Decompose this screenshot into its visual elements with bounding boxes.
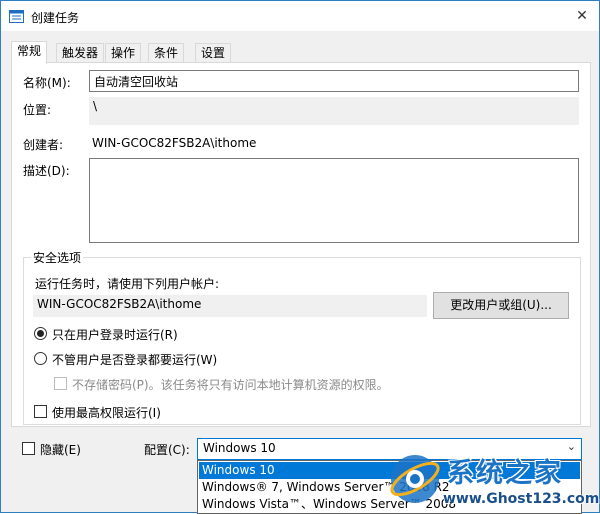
title-bar: 创建任务 ✕ [1,1,599,31]
task-scheduler-icon [9,10,24,23]
author-value: WIN-GCOC82FSB2A\ithome [92,136,257,150]
close-button[interactable]: ✕ [571,5,593,27]
run-logged-on-radio[interactable] [34,327,47,340]
run-logged-on-label: 只在用户登录时运行(R) [52,328,178,342]
name-label: 名称(M): [23,76,71,90]
run-whether-logged-on-label: 不管用户是否登录都要运行(W) [52,353,218,367]
watermark-logo-icon [390,455,440,503]
run-whether-logged-on-radio[interactable] [34,352,47,365]
watermark: 系统之家 www.Ghost123.com [385,447,599,511]
tab-general[interactable]: 常规 [11,41,48,64]
location-value: \ [89,97,579,125]
create-task-window: 创建任务 ✕ 常规 触发器 操作 条件 设置 名称(M): 自动清空回收站 位置… [0,0,600,514]
security-options-title: 安全选项 [31,249,84,266]
hidden-checkbox[interactable] [22,442,35,455]
author-label: 创建者: [23,138,64,152]
configure-label: 配置(C): [144,443,190,457]
name-input[interactable]: 自动清空回收站 [89,70,579,92]
change-user-button[interactable]: 更改用户或组(U)... [433,292,569,319]
highest-privileges-label: 使用最高权限运行(I) [52,406,161,420]
watermark-name: 系统之家 [447,458,563,489]
radio-selected-dot [37,330,44,337]
highest-privileges-checkbox[interactable] [34,405,47,418]
run-as-label: 运行任务时，请使用下列用户帐户: [35,277,220,291]
no-store-password-label: 不存储密码(P)。该任务将只有访问本地计算机资源的权限。 [72,378,389,392]
tab-conditions[interactable]: 条件 [148,43,185,63]
location-label: 位置: [23,103,52,117]
no-store-password-checkbox[interactable] [54,377,67,390]
window-title: 创建任务 [31,11,80,25]
description-label: 描述(D): [23,164,70,178]
tab-settings[interactable]: 设置 [195,43,232,63]
account-value: WIN-GCOC82FSB2A\ithome [33,295,427,317]
watermark-url: www.Ghost123.com [443,491,600,507]
description-textarea[interactable] [89,158,579,243]
tab-triggers[interactable]: 触发器 [56,43,105,63]
configure-selected-value: Windows 10 [203,441,276,455]
tab-actions[interactable]: 操作 [105,43,142,63]
hidden-label: 隐藏(E) [40,443,81,457]
